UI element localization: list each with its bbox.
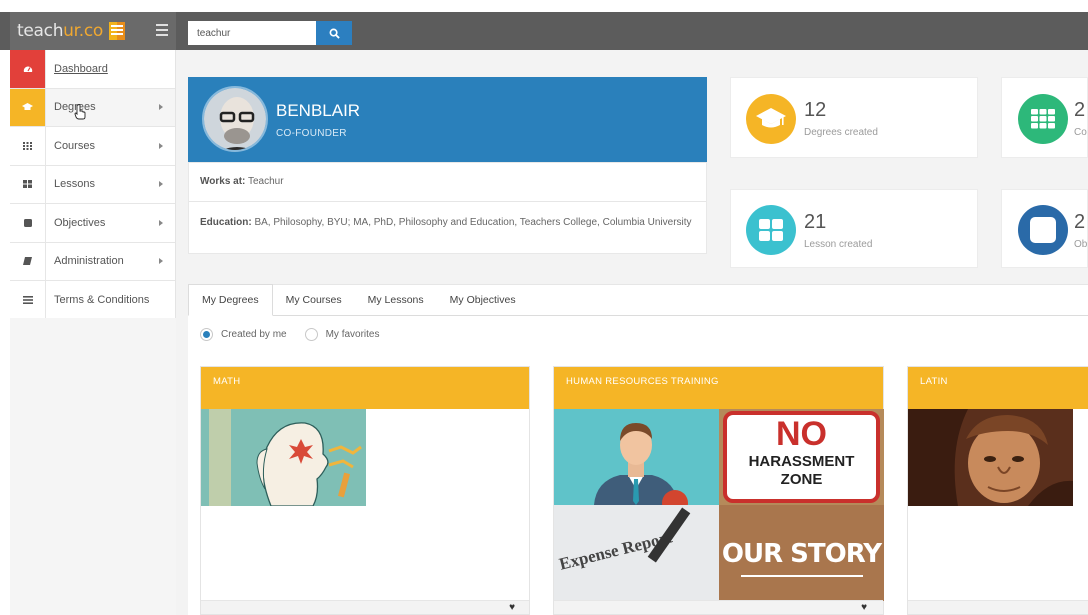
degree-card[interactable]: LATIN: [907, 366, 1088, 615]
sidebar-item-lessons[interactable]: Lessons: [10, 165, 175, 204]
search-input[interactable]: [188, 21, 316, 45]
chevron-right-icon: [159, 219, 163, 226]
stat-label: Co: [1074, 127, 1087, 138]
stat-degrees: 12 Degrees created: [730, 77, 978, 158]
stat-lessons: 21 Lesson created: [730, 189, 978, 268]
sidebar-item-label: Dashboard: [54, 62, 108, 75]
stat-number: 2: [1074, 211, 1086, 233]
graduation-cap-icon: [10, 88, 46, 126]
stat-label: Lesson created: [804, 239, 873, 250]
heart-icon[interactable]: ♥: [861, 602, 867, 613]
sidebar-item-dashboard[interactable]: Dashboard: [10, 50, 175, 89]
sidebar-item-objectives[interactable]: Objectives: [10, 204, 175, 243]
square-icon: [10, 204, 46, 242]
sidebar-item-label: Objectives: [54, 216, 106, 229]
education: Education: BA, Philosophy, BYU; MA, PhD,…: [200, 217, 692, 228]
card-image-person: [554, 409, 719, 516]
tab-my-objectives[interactable]: My Objectives: [437, 284, 529, 316]
sidebar-item-label: Degrees: [54, 101, 96, 114]
top-strip: [0, 0, 1088, 12]
stat-courses: 2 Co: [1001, 77, 1088, 158]
tab-my-lessons[interactable]: My Lessons: [355, 284, 437, 316]
tab-my-courses[interactable]: My Courses: [273, 284, 355, 316]
card-image: [908, 409, 1073, 506]
sidebar-item-administration[interactable]: Administration: [10, 242, 175, 281]
card-image-expense: Expense Report: [554, 505, 719, 601]
blocks-icon: [10, 165, 46, 203]
degree-card[interactable]: MATH ♥: [200, 366, 530, 615]
sidebar: Dashboard Degrees Courses Lessons Object…: [10, 50, 176, 615]
stat-label: Degrees created: [804, 127, 878, 138]
sidebar-item-label: Terms & Conditions: [54, 293, 150, 306]
square-icon: [1018, 205, 1068, 255]
radio-my-favorites[interactable]: [304, 328, 318, 341]
grid-icon: [10, 127, 46, 165]
brand-logo-icon: [109, 22, 126, 40]
search-button[interactable]: [316, 21, 352, 45]
chevron-right-icon: [159, 258, 163, 265]
card-title: LATIN: [908, 367, 1088, 409]
profile-name: BENBLAIR: [276, 101, 361, 120]
brand-logo-text: teachur.co: [17, 21, 104, 41]
hand-cursor-icon: [74, 104, 86, 120]
sign-text: HARASSMENT: [748, 453, 855, 470]
sidebar-item-courses[interactable]: Courses: [10, 127, 175, 166]
sidebar-item-label: Courses: [54, 139, 95, 152]
sidebar-empty-area: [10, 318, 176, 615]
stat-number: 12: [804, 99, 827, 121]
chevron-right-icon: [159, 181, 163, 188]
radio-created-by-me[interactable]: [200, 328, 213, 341]
book-icon: [10, 242, 46, 280]
search-icon: [329, 28, 340, 39]
card-footer: [908, 600, 1088, 614]
stat-objectives: 2 Ob: [1001, 189, 1088, 268]
list-icon: [10, 281, 46, 319]
hamburger-icon[interactable]: [156, 24, 168, 38]
stat-number: 2: [1074, 99, 1086, 121]
profile-details: Works at: Teachur Education: BA, Philoso…: [188, 162, 707, 254]
tab-my-degrees[interactable]: My Degrees: [188, 284, 273, 316]
heart-icon[interactable]: ♥: [509, 602, 515, 613]
sidebar-item-terms[interactable]: Terms & Conditions: [10, 281, 175, 320]
sidebar-item-label: Administration: [54, 255, 124, 268]
chevron-right-icon: [159, 142, 163, 149]
grid-icon: [1018, 94, 1068, 144]
sign-text: NO: [776, 415, 827, 453]
story-text: OUR STORY: [721, 539, 882, 569]
profile-header: BENBLAIR CO-FOUNDER: [188, 77, 707, 162]
card-image-story: OUR STORY: [719, 505, 884, 601]
dashboard-icon: [10, 50, 46, 88]
card-image-sign: NO HARASSMENT ZONE: [719, 409, 884, 505]
stat-label: Ob: [1074, 239, 1088, 250]
sidebar-item-degrees[interactable]: Degrees: [10, 88, 175, 127]
blocks-icon: [746, 205, 796, 255]
filter-options: Created by me My favorites: [200, 328, 380, 341]
card-footer: [201, 600, 529, 614]
chevron-right-icon: [159, 104, 163, 111]
card-footer: [554, 600, 883, 614]
avatar[interactable]: [202, 86, 268, 152]
degree-card[interactable]: HUMAN RESOURCES TRAINING NO HARASSMENT Z…: [553, 366, 884, 615]
top-navbar: teachur.co: [0, 12, 1088, 50]
card-title: MATH: [201, 367, 529, 409]
brand[interactable]: teachur.co: [10, 12, 176, 50]
card-title: HUMAN RESOURCES TRAINING: [554, 367, 883, 409]
stat-number: 21: [804, 211, 827, 233]
sidebar-item-label: Lessons: [54, 178, 95, 191]
radio-label: My favorites: [325, 329, 380, 340]
sign-text: ZONE: [780, 471, 823, 488]
radio-label: Created by me: [221, 329, 287, 340]
profile-role: CO-FOUNDER: [276, 128, 347, 139]
works-at: Works at: Teachur: [189, 163, 706, 202]
card-image: [201, 409, 366, 507]
tab-bar: My Degrees My Courses My Lessons My Obje…: [188, 284, 529, 316]
graduation-cap-icon: [746, 94, 796, 144]
